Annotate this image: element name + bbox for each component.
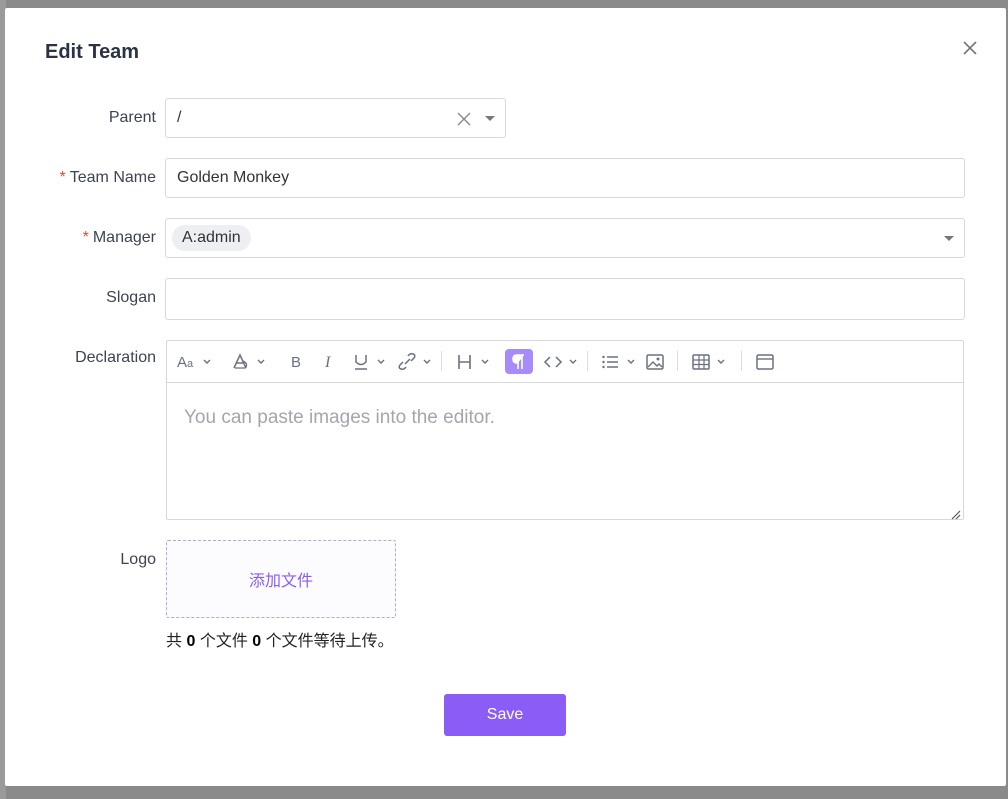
- svg-text:I: I: [324, 354, 331, 371]
- toolbar-divider: [587, 351, 588, 371]
- heading-icon[interactable]: [455, 349, 493, 374]
- link-icon[interactable]: [397, 349, 435, 374]
- manager-label: * Manager: [83, 229, 156, 247]
- dialog-title: Edit Team: [45, 41, 140, 63]
- manager-select[interactable]: A:admin: [165, 218, 965, 258]
- editor-toolbar: Aa B I: [167, 341, 963, 383]
- manager-tag[interactable]: A:admin: [172, 225, 251, 251]
- parent-value: /: [177, 109, 182, 126]
- toolbar-divider: [441, 351, 442, 371]
- summary-middle: 个文件: [199, 633, 248, 650]
- required-mark: *: [59, 169, 66, 186]
- save-button[interactable]: Save: [444, 694, 566, 736]
- list-icon[interactable]: [601, 349, 639, 374]
- add-file-label: 添加文件: [248, 573, 313, 590]
- close-icon[interactable]: [960, 38, 980, 58]
- parent-label: Parent: [108, 109, 156, 126]
- toolbar-divider: [677, 351, 678, 371]
- manager-label-text: Manager: [92, 229, 156, 246]
- pending-file-count: 0: [252, 633, 262, 650]
- summary-prefix: 共: [166, 633, 183, 650]
- font-size-icon[interactable]: Aa: [177, 349, 215, 374]
- paragraph-icon[interactable]: [505, 349, 533, 374]
- summary-suffix: 个文件等待上传。: [265, 633, 394, 650]
- editor-placeholder[interactable]: You can paste images into the editor.: [184, 407, 495, 429]
- text-color-icon[interactable]: [231, 349, 269, 374]
- team-name-label: * Team Name: [60, 169, 156, 187]
- declaration-label: Declaration: [75, 349, 156, 366]
- parent-select[interactable]: /: [165, 98, 506, 138]
- fullscreen-icon[interactable]: [755, 349, 775, 374]
- declaration-editor: Aa B I You can paste images into the edi…: [166, 340, 964, 520]
- image-icon[interactable]: [645, 349, 665, 374]
- chevron-down-icon[interactable]: [485, 116, 495, 121]
- code-icon[interactable]: [543, 349, 581, 374]
- svg-text:a: a: [187, 358, 194, 370]
- table-icon[interactable]: [691, 349, 729, 374]
- italic-icon[interactable]: I: [319, 349, 339, 374]
- slogan-label: Slogan: [106, 289, 156, 306]
- add-file-dropzone[interactable]: 添加文件: [166, 540, 396, 618]
- total-file-count: 0: [186, 633, 196, 650]
- required-mark: *: [82, 229, 89, 246]
- underline-icon[interactable]: [351, 349, 389, 374]
- clear-icon[interactable]: [456, 111, 472, 127]
- upload-summary: 共 0 个文件 0 个文件等待上传。: [166, 627, 394, 651]
- resize-handle[interactable]: [951, 507, 961, 520]
- svg-text:A: A: [177, 354, 187, 371]
- team-name-input[interactable]: Golden Monkey: [165, 158, 965, 198]
- bold-icon[interactable]: B: [287, 349, 307, 374]
- toolbar-divider: [741, 351, 742, 371]
- logo-label: Logo: [120, 551, 156, 568]
- svg-text:B: B: [291, 354, 301, 371]
- edit-team-dialog: Edit Team Parent / * Team Name Golden Mon…: [5, 8, 1006, 786]
- chevron-down-icon[interactable]: [944, 236, 954, 241]
- team-name-value: Golden Monkey: [177, 169, 290, 186]
- team-name-label-text: Team Name: [69, 169, 156, 186]
- slogan-input[interactable]: [165, 278, 965, 320]
